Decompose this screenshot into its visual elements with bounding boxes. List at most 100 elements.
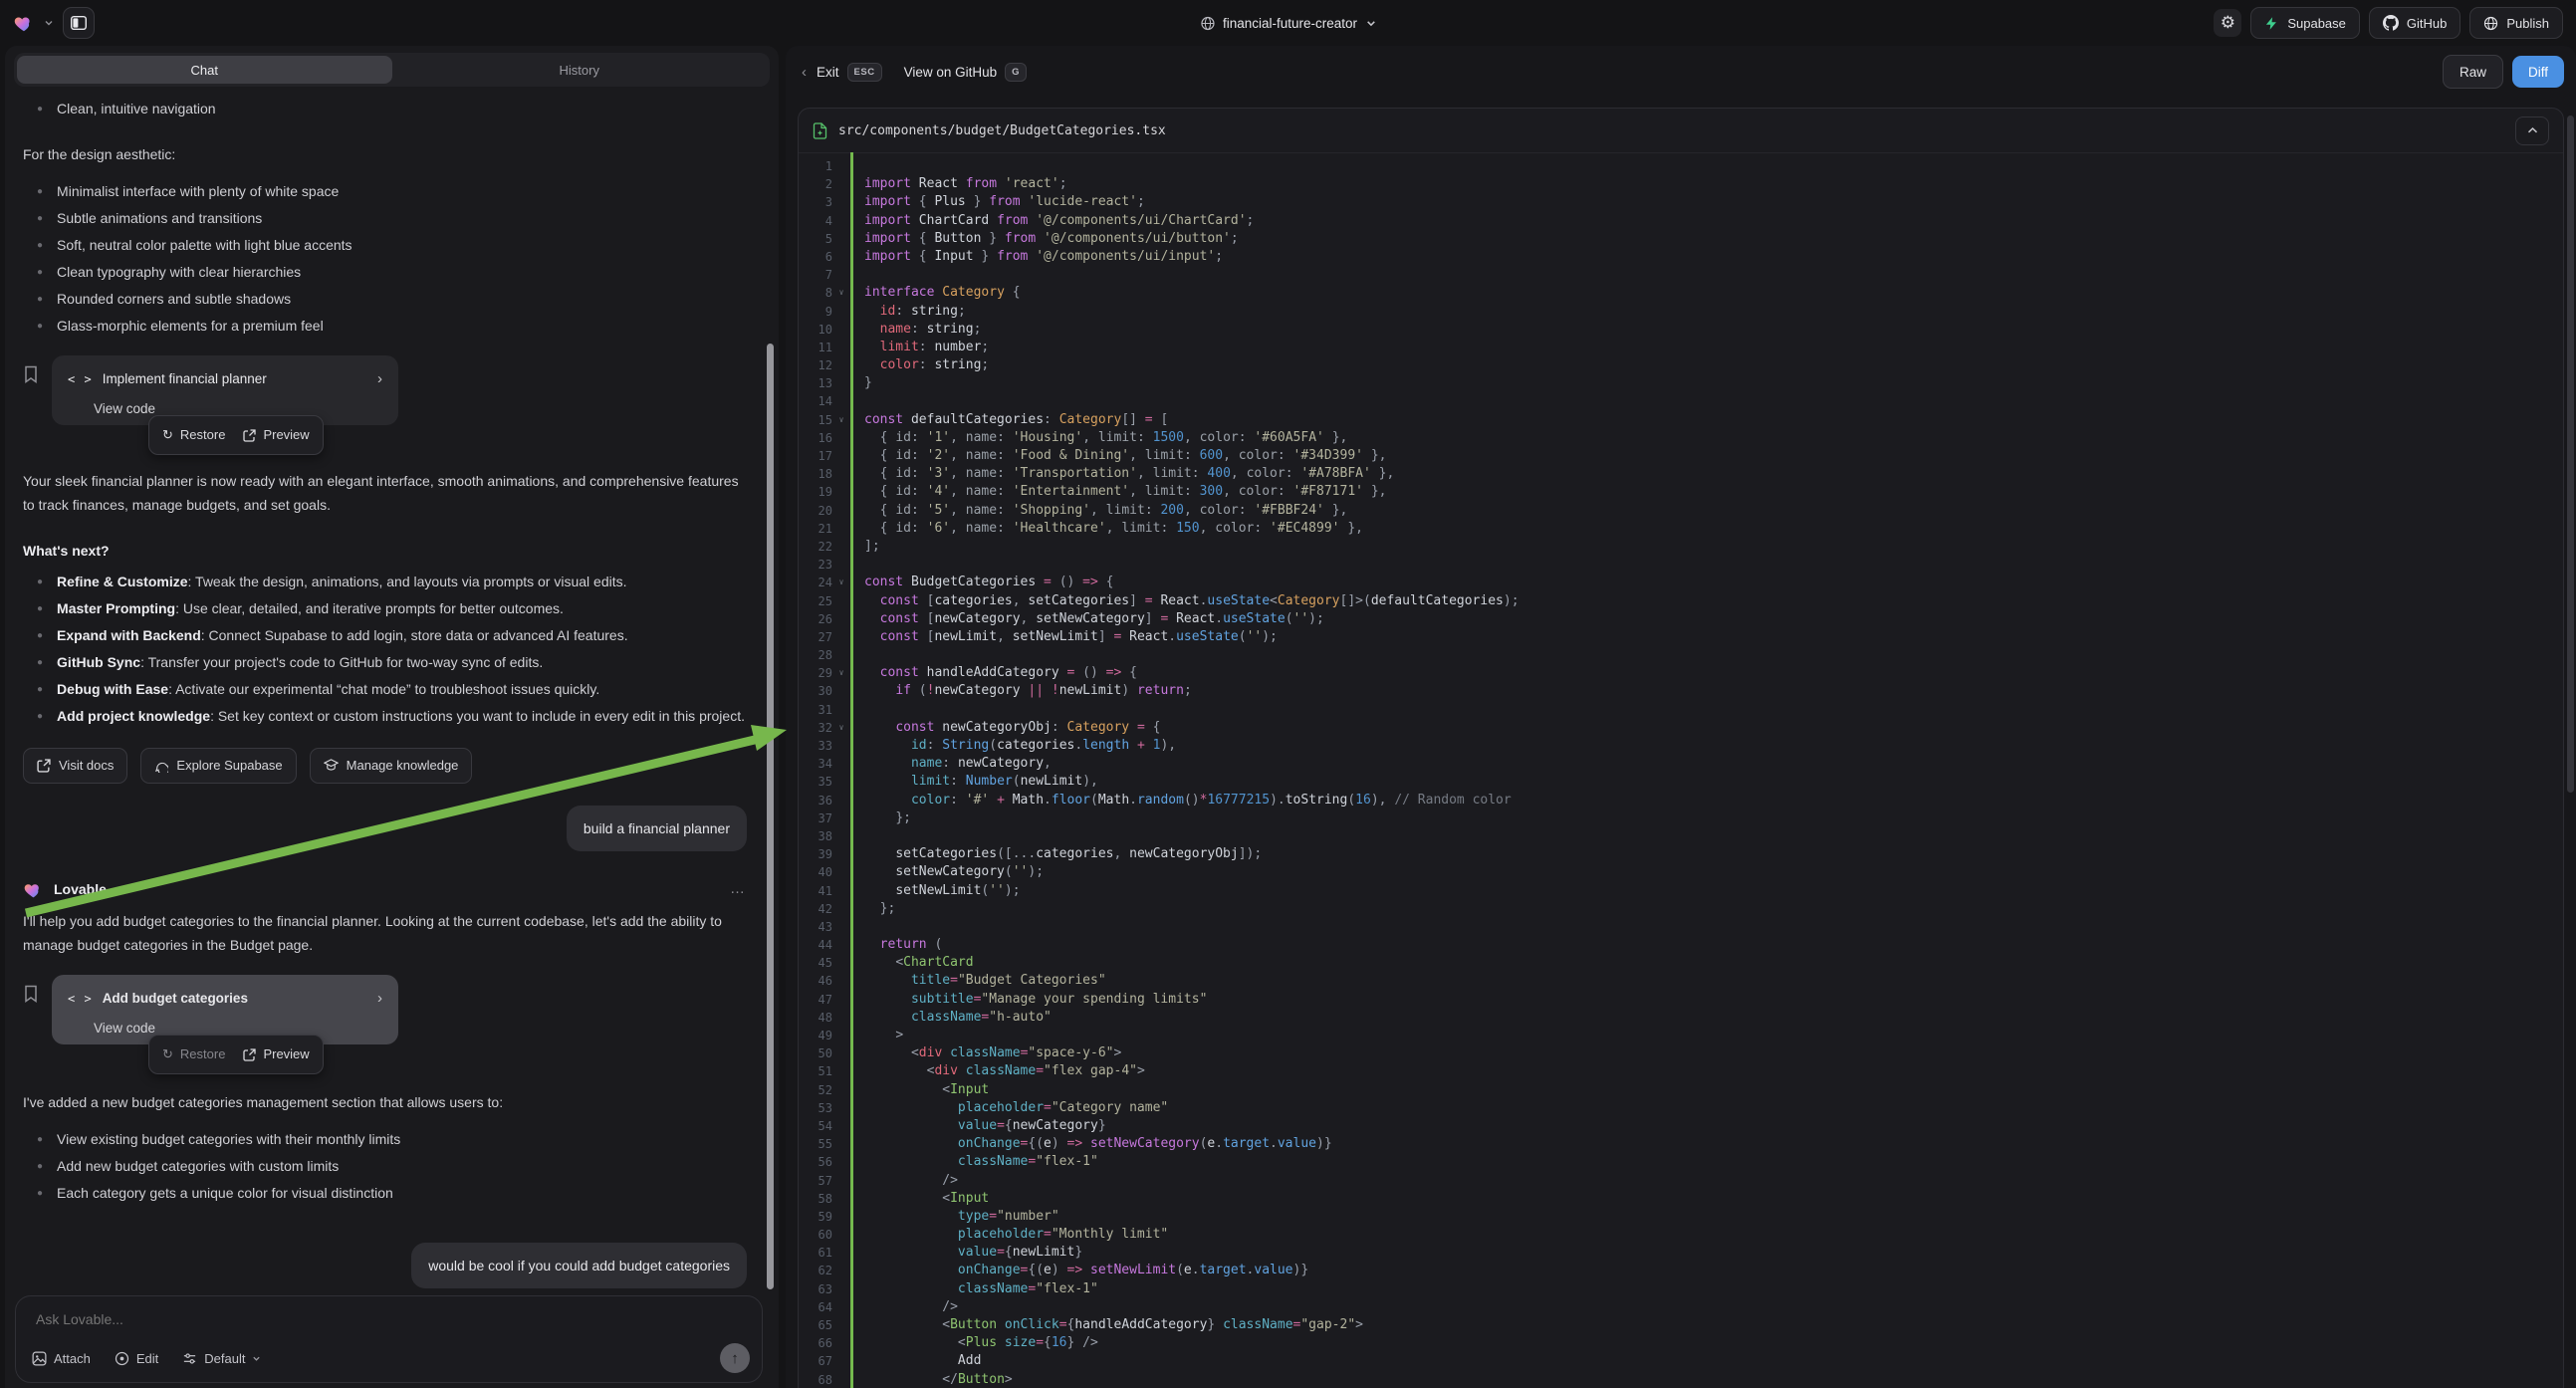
code-line: 23 [799, 556, 2563, 574]
raw-toggle-button[interactable]: Raw [2443, 55, 2503, 89]
code-line: 13} [799, 374, 2563, 392]
chat-history-tabs: Chat History [14, 53, 770, 87]
bookmark-icon[interactable] [23, 365, 39, 455]
code-line: 55 onChange={(e) => setNewCategory(e.tar… [799, 1135, 2563, 1153]
code-line: 4import ChartCard from '@/components/ui/… [799, 212, 2563, 230]
design-heading: For the design aesthetic: [23, 142, 747, 166]
chat-input[interactable] [34, 1310, 485, 1328]
code-line: 12 color: string; [799, 356, 2563, 374]
code-line: 22]; [799, 538, 2563, 556]
diff-toggle-button[interactable]: Diff [2512, 56, 2564, 88]
supabase-icon [2264, 16, 2279, 31]
code-line: 51 <div className="flex gap-4"> [799, 1062, 2563, 1080]
bookmark-icon[interactable] [23, 985, 39, 1074]
list-item: ●Debug with Ease: Activate our experimen… [23, 676, 747, 703]
chevron-right-icon[interactable]: › [377, 367, 382, 391]
code-line: 37 }; [799, 810, 2563, 827]
version-card-block-1: < > Implement financial planner › View c… [23, 355, 747, 455]
github-button[interactable]: GitHub [2369, 7, 2460, 39]
list-item: ●Subtle animations and transitions [23, 205, 747, 232]
g-key-badge: G [1005, 63, 1027, 82]
list-item: ●Rounded corners and subtle shadows [23, 286, 747, 313]
code-line: 65 <Button onClick={handleAddCategory} c… [799, 1316, 2563, 1334]
code-line: 5import { Button } from '@/components/ui… [799, 230, 2563, 248]
diff-added-indicator [850, 152, 853, 1388]
chat-panel: Chat History ●Clean, intuitive navigatio… [5, 46, 779, 1388]
code-line: 56 className="flex-1" [799, 1153, 2563, 1171]
project-name: financial-future-creator [1223, 16, 1357, 31]
collapse-file-button[interactable] [2515, 116, 2549, 145]
assistant-header: Lovable … [23, 877, 747, 901]
code-line: 68 </Button> [799, 1371, 2563, 1388]
list-item: ●GitHub Sync: Transfer your project's co… [23, 649, 747, 676]
code-line: 2import React from 'react'; [799, 175, 2563, 193]
circle-dot-icon [115, 1351, 129, 1366]
code-line: 35 limit: Number(newLimit), [799, 773, 2563, 791]
tab-history[interactable]: History [392, 56, 768, 84]
attach-button[interactable]: Attach [32, 1351, 91, 1366]
list-item: ●Each category gets a unique color for v… [23, 1180, 747, 1207]
tab-chat[interactable]: Chat [17, 56, 392, 84]
code-line: 17 { id: '2', name: 'Food & Dining', lim… [799, 447, 2563, 465]
code-editor[interactable]: 12import React from 'react';3import { Pl… [799, 152, 2563, 1388]
list-item: ●Clean, intuitive navigation [23, 96, 747, 122]
graduation-cap-icon [324, 759, 339, 773]
code-line: 58 <Input [799, 1190, 2563, 1208]
supabase-button[interactable]: Supabase [2250, 7, 2360, 39]
code-line: 18 { id: '3', name: 'Transportation', li… [799, 465, 2563, 483]
manage-knowledge-button[interactable]: Manage knowledge [310, 748, 473, 784]
code-line: 8∨interface Category { [799, 284, 2563, 302]
code-line: 59 type="number" [799, 1208, 2563, 1226]
sidebar-toggle-button[interactable] [63, 7, 95, 39]
code-line: 31 [799, 701, 2563, 719]
settings-button[interactable]: ⚙ [2214, 9, 2241, 37]
code-line: 47 subtitle="Manage your spending limits… [799, 991, 2563, 1009]
lovable-logo-icon[interactable] [13, 12, 35, 34]
restore-button[interactable]: ↻Restore [162, 423, 225, 447]
code-line: 57 /> [799, 1172, 2563, 1190]
restore-preview-pill: ↻Restore Preview [148, 415, 324, 455]
github-icon [2383, 15, 2399, 31]
code-line: 50 <div className="space-y-6"> [799, 1044, 2563, 1062]
code-line: 48 className="h-auto" [799, 1009, 2563, 1027]
restore-button[interactable]: ↻Restore [162, 1042, 225, 1066]
visit-docs-button[interactable]: Visit docs [23, 748, 127, 784]
code-line: 6import { Input } from '@/components/ui/… [799, 248, 2563, 266]
code-scrollbar[interactable] [2567, 116, 2574, 793]
user-message: build a financial planner [567, 806, 747, 851]
assistant-intro: I'll help you add budget categories to t… [23, 909, 747, 957]
exit-button[interactable]: Exit ESC [817, 63, 882, 82]
back-chevron-icon[interactable]: ‹ [802, 64, 807, 81]
code-line: 62 onChange={(e) => setNewLimit(e.target… [799, 1262, 2563, 1279]
code-line: 28 [799, 646, 2563, 664]
code-line: 9 id: string; [799, 303, 2563, 321]
logo-chevron-down-icon[interactable] [44, 18, 54, 28]
chevron-down-icon [252, 1354, 261, 1363]
code-line: 25 const [categories, setCategories] = R… [799, 592, 2563, 610]
chat-messages: ●Clean, intuitive navigation For the des… [5, 94, 765, 1288]
code-line: 26 const [newCategory, setNewCategory] =… [799, 610, 2563, 628]
code-line: 7 [799, 266, 2563, 284]
preview-button[interactable]: Preview [243, 423, 309, 447]
message-more-button[interactable]: … [730, 877, 747, 901]
edit-mode-button[interactable]: Edit [115, 1351, 158, 1366]
publish-button[interactable]: Publish [2469, 7, 2563, 39]
external-link-icon [243, 429, 256, 442]
code-lines: 12import React from 'react';3import { Pl… [799, 157, 2563, 1388]
model-selector[interactable]: Default [182, 1351, 261, 1366]
restore-preview-pill: ↻Restore Preview [148, 1035, 324, 1074]
project-switcher[interactable]: financial-future-creator [1200, 16, 1376, 31]
version-card-title: Add budget categories [103, 987, 248, 1011]
code-icon: < > [68, 367, 93, 391]
code-line: 19 { id: '4', name: 'Entertainment', lim… [799, 483, 2563, 501]
chat-scrollbar[interactable] [767, 344, 774, 1289]
file-bar[interactable]: src/components/budget/BudgetCategories.t… [799, 109, 2563, 153]
send-button[interactable]: ↑ [720, 1343, 750, 1373]
explore-supabase-button[interactable]: Explore Supabase [140, 748, 296, 784]
chevron-right-icon[interactable]: › [377, 987, 382, 1011]
preview-button[interactable]: Preview [243, 1042, 309, 1066]
code-line: 33 id: String(categories.length + 1), [799, 737, 2563, 755]
view-on-github-button[interactable]: View on GitHub G [904, 63, 1027, 82]
code-line: 45 <ChartCard [799, 954, 2563, 972]
list-item: ●Master Prompting: Use clear, detailed, … [23, 595, 747, 622]
